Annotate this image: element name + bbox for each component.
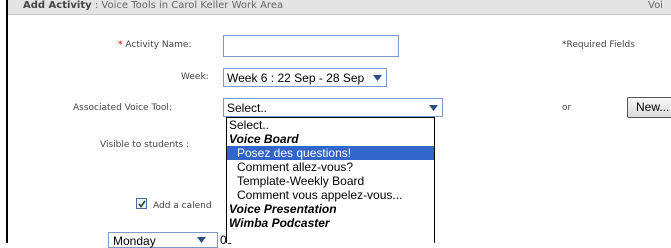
voice-tool-label: Associated Voice Tool: [73,103,172,113]
dropdown-option[interactable]: Comment allez-vous? [227,160,434,174]
or-text: or [562,103,572,113]
chevron-down-icon[interactable] [426,100,441,115]
dropdown-option-selected[interactable]: Posez des questions! [227,146,434,160]
dropdown-option[interactable]: Select.. [227,118,434,132]
voice-tool-dropdown-list[interactable]: Select.. Voice Board Posez des questions… [226,117,435,243]
voice-tool-select-value: Select.. [227,101,268,115]
header-right-text: Voi [648,0,663,11]
activity-name-label-text: Activity Name: [125,40,192,50]
week-select[interactable]: Week 6 : 22 Sep - 28 Sep [223,68,387,87]
header-subtitle: : Voice Tools in Carol Keller Work Area [94,0,284,11]
day-select-value: Monday [113,234,156,248]
activity-name-label: * Activity Name: [118,40,191,50]
day-select[interactable]: Monday [108,232,218,248]
add-calendar-label: Add a calend [153,201,212,211]
section-header: Add Activity : Voice Tools in Carol Kell… [8,0,671,15]
header-title-bold: Add Activity [23,0,92,11]
week-label: Week: [181,72,209,82]
week-select-value: Week 6 : 22 Sep - 28 Sep [227,71,365,85]
dropdown-group-header: Voice Board [229,132,299,146]
visible-to-students-label: Visible to students : [100,140,190,150]
chevron-down-icon[interactable] [370,70,385,85]
dropdown-option[interactable]: Template-Weekly Board [227,174,434,188]
voice-tool-select[interactable]: Select.. [223,98,443,117]
dropdown-option[interactable]: Comment vous appelez-vous... [227,188,434,202]
dropdown-group-header: Voice Presentation [229,202,337,216]
required-star: * [118,40,123,50]
required-fields-note: *Required Fields [562,40,635,50]
window-border [6,0,8,243]
activity-name-input[interactable] [223,35,399,57]
header-title: Add Activity : Voice Tools in Carol Kell… [23,0,283,12]
dropdown-group-header: Wimba Podcaster [229,216,330,230]
new-voice-tool-button[interactable]: New... [627,97,671,118]
add-calendar-checkbox[interactable] [136,198,147,209]
chevron-down-icon[interactable] [194,234,209,246]
